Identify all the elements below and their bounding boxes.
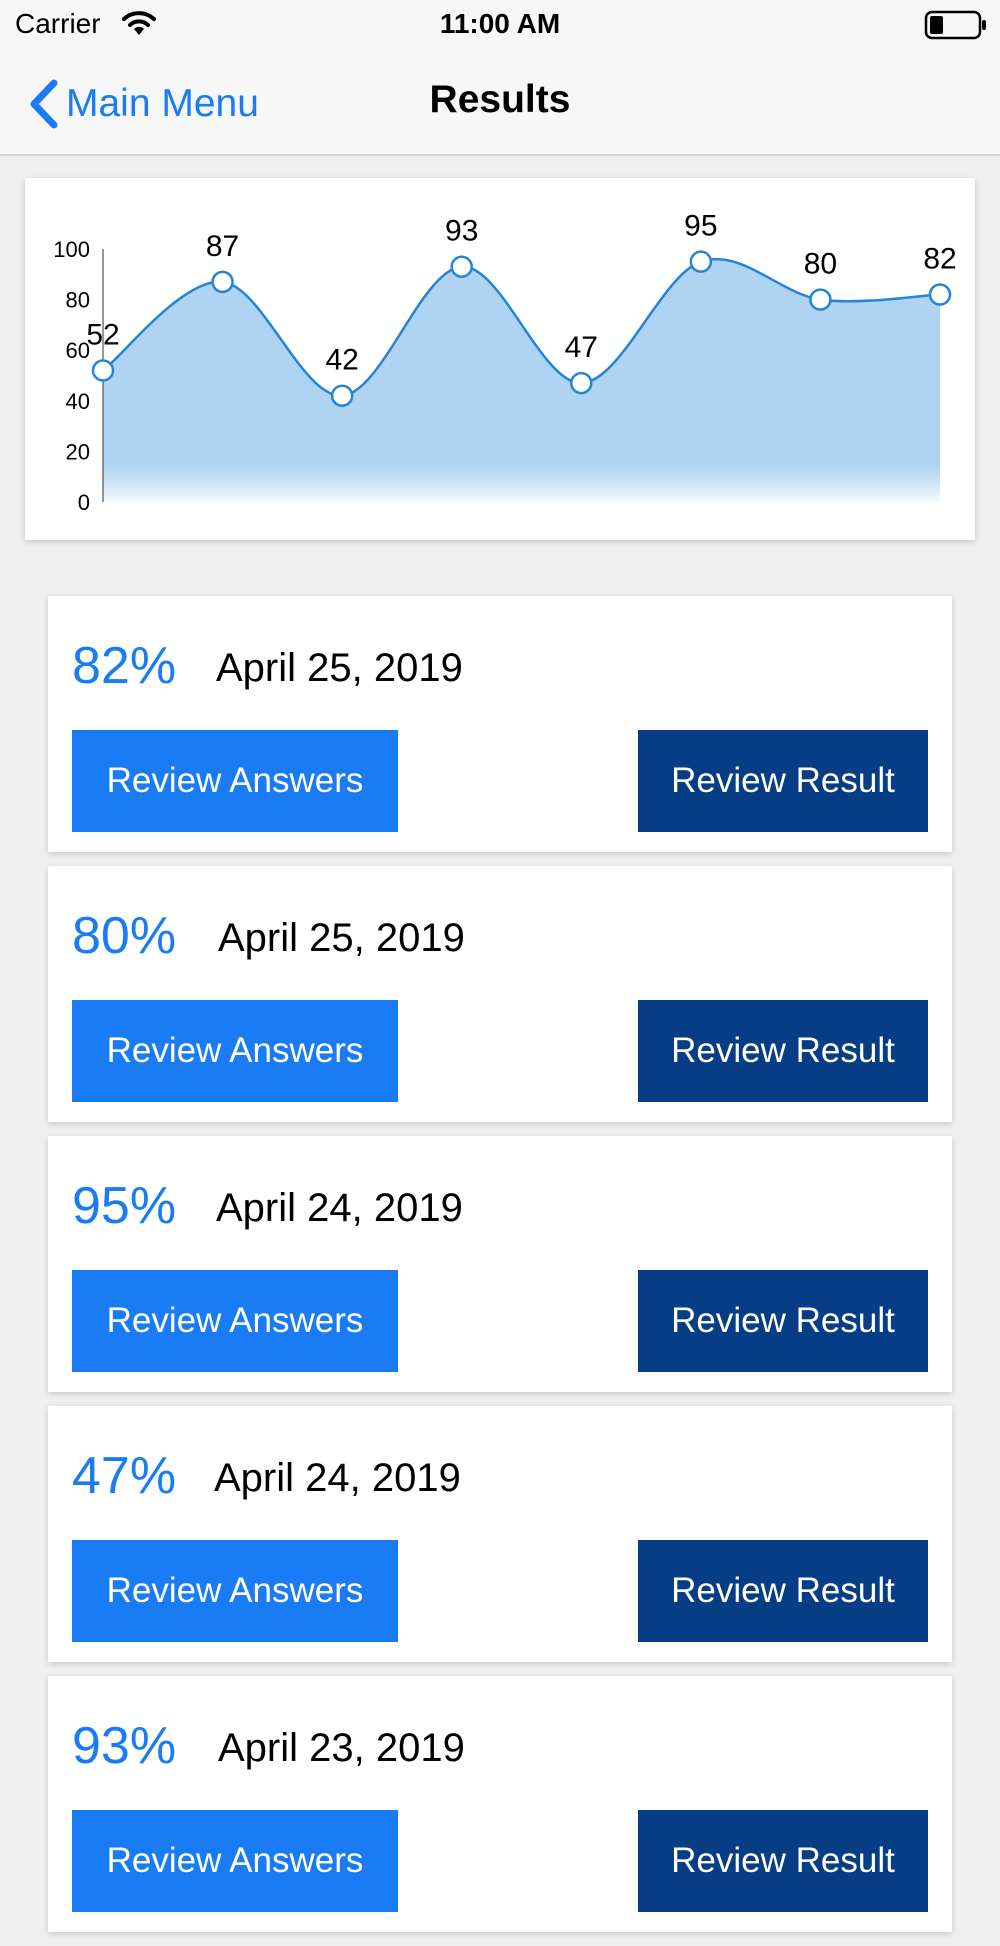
chart-data-label: 52 bbox=[86, 318, 119, 351]
review-result-button[interactable]: Review Result bbox=[638, 1540, 928, 1642]
chart-data-point bbox=[928, 283, 952, 306]
review-answers-button[interactable]: Review Answers bbox=[72, 1540, 398, 1642]
review-answers-button[interactable]: Review Answers bbox=[72, 1810, 398, 1912]
result-card: 47% April 24, 2019 Review Answers Review Re… bbox=[48, 1406, 952, 1662]
chart-data-label: 95 bbox=[684, 210, 717, 243]
result-date: April 24, 2019 bbox=[216, 1186, 463, 1230]
review-result-button[interactable]: Review Result bbox=[638, 1000, 928, 1102]
result-card: 95% April 24, 2019 Review Answers Review Re… bbox=[48, 1136, 952, 1392]
results-area-chart: 02040608010052874293479580 82 bbox=[53, 210, 956, 515]
result-score: 82% bbox=[72, 637, 177, 695]
results-chart-card: 0 20 40 60 80 100 52 87 42 93 47 95 80 82 bbox=[25, 178, 975, 540]
battery-icon bbox=[924, 10, 986, 40]
chart-data-point bbox=[809, 288, 832, 311]
page-title: Results bbox=[429, 78, 571, 121]
result-date: April 25, 2019 bbox=[218, 916, 465, 960]
result-date: April 23, 2019 bbox=[218, 1726, 465, 1770]
chart-data-label: 93 bbox=[445, 215, 478, 248]
result-card: 93% April 23, 2019 Review Answers Review Re… bbox=[48, 1676, 952, 1932]
chart-data-point bbox=[450, 255, 473, 278]
result-card: 82% April 25, 2019 Review Answers Review Re… bbox=[48, 596, 952, 852]
chart-data-point bbox=[330, 384, 354, 407]
navigation-bar: Main Menu Results bbox=[0, 52, 1000, 156]
result-score: 93% bbox=[72, 1717, 177, 1775]
chart-data-point bbox=[211, 270, 234, 294]
results-list: 82% April 25, 2019 Review Answers Review Re… bbox=[48, 596, 952, 1946]
result-date: April 24, 2019 bbox=[214, 1456, 461, 1500]
chart-data-label: 82 bbox=[923, 243, 956, 276]
y-tick-label: 80 bbox=[66, 288, 90, 313]
chart-data-point bbox=[91, 359, 115, 382]
status-bar: Carrier 11:00 AM bbox=[0, 0, 1000, 52]
review-answers-button[interactable]: Review Answers bbox=[72, 1000, 398, 1102]
chart-data-label: 42 bbox=[325, 344, 358, 377]
review-result-button[interactable]: Review Result bbox=[638, 730, 928, 832]
chart-data-label: 47 bbox=[565, 331, 598, 364]
result-card: 80% April 25, 2019 Review Answers Review Re… bbox=[48, 866, 952, 1122]
y-tick-label: 40 bbox=[66, 389, 90, 414]
result-score: 95% bbox=[72, 1177, 177, 1235]
review-answers-button[interactable]: Review Answers bbox=[72, 1270, 398, 1372]
chart-data-point bbox=[689, 250, 713, 273]
review-result-button[interactable]: Review Result bbox=[638, 1810, 928, 1912]
status-time: 11:00 AM bbox=[439, 8, 561, 39]
result-score: 47% bbox=[72, 1447, 177, 1505]
y-tick-label: 20 bbox=[66, 439, 90, 464]
y-tick-label: 0 bbox=[78, 490, 90, 515]
chart-data-label: 80 bbox=[804, 248, 837, 281]
chart-data-point bbox=[570, 371, 593, 395]
review-answers-button[interactable]: Review Answers bbox=[72, 730, 398, 832]
y-tick-label: 100 bbox=[53, 237, 90, 262]
result-date: April 25, 2019 bbox=[216, 646, 463, 690]
result-score: 80% bbox=[72, 907, 177, 965]
review-result-button[interactable]: Review Result bbox=[638, 1270, 928, 1372]
chart-data-label: 87 bbox=[206, 230, 239, 263]
